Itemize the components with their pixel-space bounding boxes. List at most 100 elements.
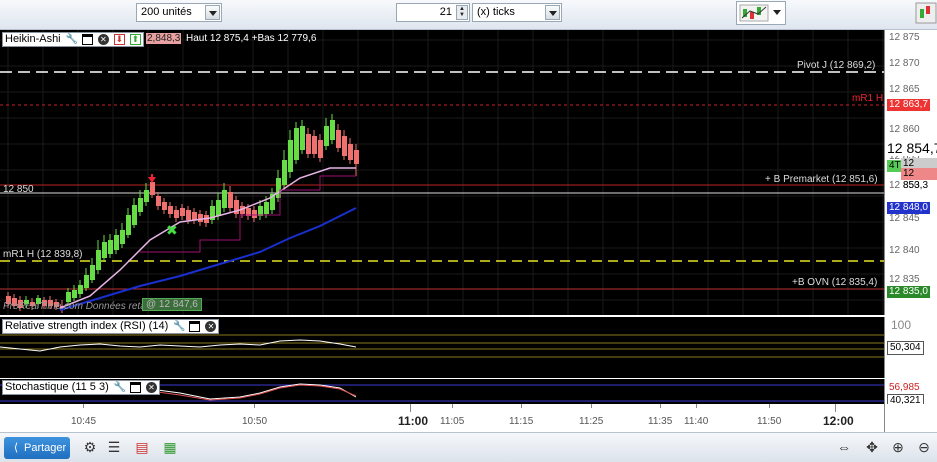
- chevron-down-icon[interactable]: [205, 5, 220, 20]
- chart-type-button[interactable]: [736, 1, 786, 25]
- candle-body: [174, 210, 179, 218]
- x-tick-mark: [696, 404, 697, 408]
- arrow-down-icon[interactable]: ⬇: [113, 33, 125, 45]
- candle-body: [222, 190, 227, 208]
- x-tick-mark: [254, 404, 255, 408]
- candle-body: [120, 230, 125, 244]
- ovn-label: +B OVN (12 835,4): [792, 277, 878, 288]
- wrench-icon[interactable]: 🔧: [173, 321, 185, 332]
- close-icon[interactable]: ✕: [205, 320, 217, 332]
- candle-body: [300, 126, 305, 150]
- zoom-in-icon[interactable]: ⊕: [890, 439, 906, 455]
- y-tick-label: 12 875: [889, 32, 920, 43]
- x-tick-label: 11:05: [440, 416, 465, 427]
- x-tick-mark: [769, 404, 770, 408]
- chevron-down-icon[interactable]: [545, 5, 560, 20]
- candle-body: [192, 212, 197, 220]
- candle-body: [180, 208, 185, 216]
- zoom-out-icon[interactable]: ⊖: [916, 439, 932, 455]
- price-chart-header: Heikin-Ashi 🔧 ✕ ⬇ ⬆: [2, 32, 144, 47]
- ovn-price-tag: 12 835,0: [887, 286, 930, 298]
- wrench-icon[interactable]: 🔧: [114, 382, 126, 393]
- rsi-title: Relative strength index (RSI) (14): [5, 320, 169, 332]
- time-axis[interactable]: 10:45 10:50 11:00 11:05 11:15 11:25 11:35 11:40…: [0, 404, 884, 432]
- stepper-arrows-icon[interactable]: ▲ ▼: [456, 5, 468, 20]
- x-tick-mark: [410, 404, 411, 412]
- price-chart-panel[interactable]: ✖ Heikin-Ashi 🔧 ✕ ⬇ ⬆ 2,848,3 Haut 12 87…: [0, 30, 884, 315]
- stoch-y-axis: 56,985 40,321: [884, 379, 937, 408]
- box-label: @ 12 847,6: [142, 298, 202, 311]
- x-tick-label: 12:00: [823, 414, 854, 428]
- wrench-icon[interactable]: 🔧: [66, 34, 78, 45]
- candle-body: [114, 235, 119, 250]
- stoch-header: Stochastique (11 5 3) 🔧 ✕: [2, 380, 160, 395]
- cross-marker-icon: ✖: [166, 223, 178, 239]
- arrow-up-icon[interactable]: ⬆: [129, 33, 141, 45]
- close-icon[interactable]: ✕: [145, 381, 157, 393]
- y-tick-label: 12 870: [889, 58, 920, 69]
- window-icon[interactable]: [189, 320, 201, 332]
- stoch-d-line: [149, 384, 357, 401]
- candle-body: [324, 126, 329, 146]
- list-icon[interactable]: ☰: [106, 439, 122, 455]
- move-icon[interactable]: ✥: [864, 439, 880, 455]
- chart-type-icon: [739, 4, 769, 22]
- x-tick-mark: [591, 404, 592, 408]
- candle-body: [186, 210, 191, 220]
- y-tick-label: 12 845: [889, 213, 920, 224]
- share-button[interactable]: ⟨ Partager: [4, 437, 70, 459]
- y-tick-label: 12 840: [889, 245, 920, 256]
- partial-toolbar-icon[interactable]: [912, 1, 937, 25]
- rsi-value-tag: 50,304: [887, 341, 924, 355]
- y-tick-label: 12 865: [889, 84, 920, 95]
- candle-body: [348, 144, 353, 160]
- pivot-label: Pivot J (12 869,2): [797, 60, 876, 71]
- ticks-unit-dropdown[interactable]: (x) ticks: [472, 3, 562, 22]
- top-toolbar: 200 unités 21 ▲ ▼ (x) ticks: [0, 0, 937, 30]
- indicator-name: Heikin-Ashi: [5, 33, 61, 45]
- units-value: 200 unités: [141, 6, 192, 18]
- candle-body: [138, 198, 143, 212]
- candle-body: [90, 265, 95, 280]
- mr1h-price-tag: 12 863,7: [887, 99, 930, 111]
- level-12850-label: 12 850: [3, 184, 34, 195]
- stoch-value-a: 56,985: [887, 382, 922, 394]
- x-tick-mark: [835, 404, 836, 412]
- x-tick-mark: [521, 404, 522, 408]
- candle-body: [288, 140, 293, 172]
- settings-icon[interactable]: ⚙: [82, 439, 98, 455]
- price-chart-canvas[interactable]: ✖: [0, 30, 884, 315]
- rsi-header: Relative strength index (RSI) (14) 🔧 ✕: [2, 319, 220, 334]
- window-icon[interactable]: [81, 33, 93, 45]
- rsi-panel[interactable]: Relative strength index (RSI) (14) 🔧 ✕: [0, 317, 884, 378]
- tag-d: 12 848,0: [887, 202, 930, 214]
- pan-icon[interactable]: ⇔: [836, 439, 852, 455]
- candle-body: [78, 285, 83, 294]
- x-tick-mark: [452, 404, 453, 408]
- close-icon[interactable]: ✕: [97, 33, 109, 45]
- candle-body: [198, 214, 203, 222]
- stoch-panel[interactable]: Stochastique (11 5 3) 🔧 ✕: [0, 379, 884, 404]
- stoch-title: Stochastique (11 5 3): [5, 381, 109, 393]
- y-tick-label: 12 835: [889, 274, 920, 285]
- order-book-icon[interactable]: ▤: [134, 439, 150, 455]
- candle-body: [72, 290, 77, 298]
- x-tick-label: 11:00: [398, 414, 429, 428]
- candle-body: [102, 242, 107, 258]
- x-tick-label: 11:35: [648, 416, 673, 427]
- x-tick-label: 11:15: [509, 416, 534, 427]
- units-dropdown[interactable]: 200 unités: [136, 3, 222, 22]
- axis-corner: [884, 404, 937, 432]
- window-icon[interactable]: [129, 381, 141, 393]
- mr1h-low-label: mR1 H (12 839,8): [3, 249, 83, 260]
- ticks-stepper[interactable]: 21 ▲ ▼: [396, 3, 470, 22]
- stoch-k-line: [149, 383, 357, 400]
- share-icon: ⟨: [13, 442, 19, 454]
- candle-body: [264, 202, 269, 214]
- ohlc-fragment: 2,848,3: [146, 33, 182, 44]
- price-y-axis[interactable]: 12 87512 87012 86512 86012 85512 85012 8…: [884, 30, 937, 315]
- share-label: Partager: [24, 442, 67, 454]
- trades-icon[interactable]: ▦: [162, 439, 178, 455]
- ticks-value: 21: [439, 6, 452, 18]
- y-tick-label: 12 860: [889, 124, 920, 135]
